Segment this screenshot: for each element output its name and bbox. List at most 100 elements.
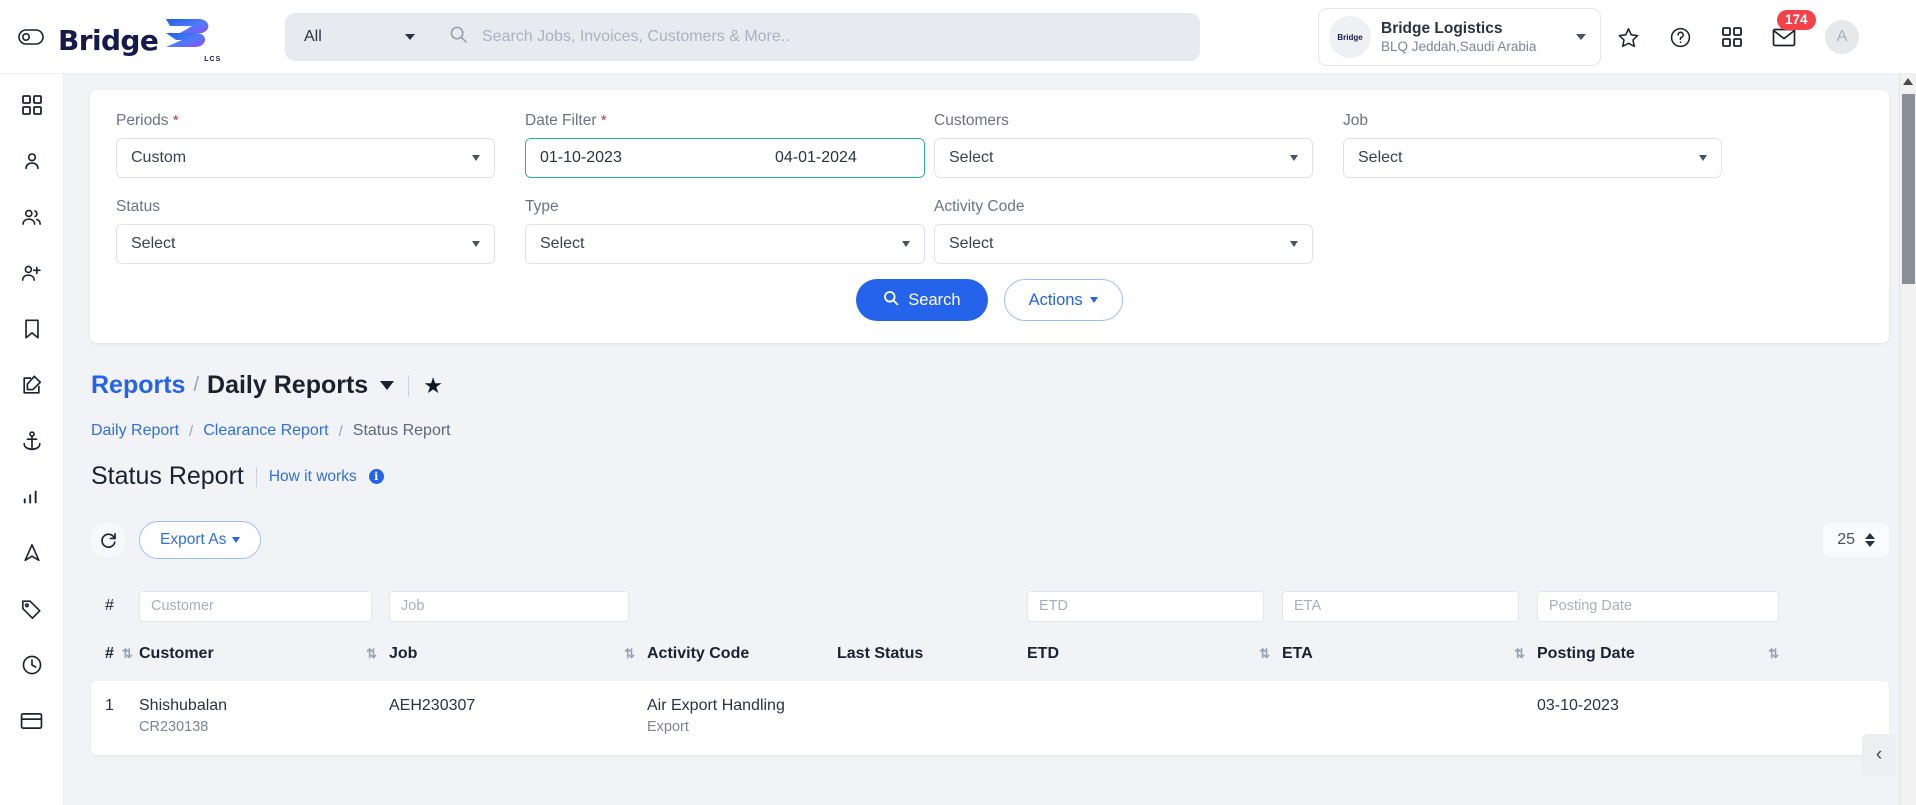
customer-filter-input[interactable] bbox=[139, 590, 372, 622]
left-sidebar bbox=[0, 74, 64, 805]
column-header-activity-code-label: Activity Code bbox=[647, 645, 750, 662]
status-dropdown[interactable]: Select bbox=[116, 224, 495, 264]
panel-collapse-toggle[interactable]: ‹ bbox=[1862, 734, 1896, 776]
sidebar-item-profile[interactable] bbox=[17, 146, 47, 176]
column-header-customer[interactable]: Customer ⇅ bbox=[139, 645, 389, 663]
sort-icon[interactable]: ⇅ bbox=[1514, 646, 1525, 662]
hash-symbol: # bbox=[105, 597, 114, 614]
column-header-job[interactable]: Job ⇅ bbox=[389, 645, 647, 663]
scrollbar-thumb[interactable] bbox=[1902, 94, 1915, 284]
export-as-button[interactable]: Export As bbox=[139, 521, 262, 559]
how-it-works-link[interactable]: How it works bbox=[269, 468, 357, 486]
sort-icon[interactable]: ⇅ bbox=[1768, 646, 1779, 662]
favorite-star-icon[interactable]: ★ bbox=[423, 374, 443, 397]
actions-button[interactable]: Actions bbox=[1003, 279, 1123, 321]
chevron-down-icon[interactable] bbox=[380, 381, 395, 390]
chevron-down-icon bbox=[1699, 155, 1707, 161]
stepper-icon bbox=[1865, 533, 1875, 547]
sort-icon[interactable]: ⇅ bbox=[122, 646, 133, 662]
search-scope-dropdown[interactable]: All bbox=[285, 13, 433, 61]
filter-cell-job bbox=[389, 590, 647, 622]
search-icon bbox=[449, 25, 468, 49]
org-logo-icon: Bridge bbox=[1329, 16, 1371, 58]
activity-code-value: Select bbox=[949, 235, 994, 252]
sort-icon[interactable]: ⇅ bbox=[366, 646, 377, 662]
chevron-down-icon[interactable] bbox=[1576, 34, 1586, 40]
column-header-posting-date[interactable]: Posting Date ⇅ bbox=[1537, 645, 1797, 663]
mail-icon[interactable]: 174 bbox=[1771, 10, 1816, 50]
actions-button-label: Actions bbox=[1028, 290, 1083, 309]
chevron-down-icon bbox=[1290, 241, 1298, 247]
page-size-selector[interactable]: 25 bbox=[1823, 523, 1889, 557]
breadcrumb-current[interactable]: Daily Reports bbox=[207, 371, 368, 400]
chevron-down-icon bbox=[405, 34, 415, 40]
org-logo-text: Bridge bbox=[1337, 32, 1363, 42]
refresh-icon[interactable] bbox=[91, 523, 125, 557]
chevron-down-icon bbox=[232, 537, 241, 543]
app-logo[interactable]: Bridge LCS bbox=[58, 16, 220, 63]
chevron-down-icon bbox=[472, 155, 480, 161]
row-number: 1 bbox=[105, 697, 114, 714]
periods-label: Periods * bbox=[116, 112, 495, 130]
eta-filter-input[interactable] bbox=[1282, 590, 1520, 622]
top-header: Bridge LCS All Search Jobs, Invoices, Cu… bbox=[0, 0, 1916, 74]
column-header-num[interactable]: # ⇅ bbox=[91, 645, 139, 663]
breadcrumb-root-link[interactable]: Reports bbox=[91, 371, 185, 400]
filter-cell-eta bbox=[1282, 590, 1537, 622]
info-icon[interactable]: i bbox=[368, 469, 384, 484]
status-report-table: # Customer Job ETD ETA Posting Date # ⇅ … bbox=[91, 583, 1889, 755]
column-header-activity-code: Activity Code bbox=[647, 645, 837, 663]
organization-selector[interactable]: Bridge Bridge Logistics BLQ Jeddah,Saudi… bbox=[1318, 8, 1601, 66]
date-to-input[interactable] bbox=[761, 139, 924, 177]
posting-date-filter-input[interactable] bbox=[1537, 590, 1779, 622]
posting-date-value: 03-10-2023 bbox=[1537, 697, 1619, 714]
vertical-scrollbar[interactable] bbox=[1899, 74, 1916, 805]
sidebar-item-bookmarks[interactable] bbox=[17, 314, 47, 344]
filter-row-1: Periods * Custom Date Filter * 01-10-202… bbox=[116, 112, 1863, 178]
etd-filter-input[interactable] bbox=[1027, 590, 1265, 622]
filter-actions: Search Actions bbox=[90, 279, 1889, 321]
report-tab-clearance-report[interactable]: Clearance Report bbox=[203, 422, 328, 440]
customers-dropdown[interactable]: Select bbox=[934, 138, 1313, 178]
filter-spacer bbox=[1343, 198, 1752, 264]
periods-dropdown[interactable]: Custom bbox=[116, 138, 495, 178]
date-from-input[interactable] bbox=[526, 139, 761, 177]
job-dropdown[interactable]: Select bbox=[1343, 138, 1722, 178]
sidebar-item-shipping[interactable] bbox=[17, 426, 47, 456]
report-tab-daily-report[interactable]: Daily Report bbox=[91, 422, 179, 440]
help-icon[interactable] bbox=[1667, 24, 1693, 50]
required-asterisk: * bbox=[172, 112, 179, 129]
report-tab-status-report[interactable]: Status Report bbox=[353, 422, 451, 440]
sidebar-item-billing[interactable] bbox=[17, 706, 47, 736]
date-filter-label: Date Filter * bbox=[525, 112, 904, 130]
required-asterisk: * bbox=[600, 112, 607, 129]
sidebar-item-tracking[interactable] bbox=[17, 538, 47, 568]
activity-code-dropdown[interactable]: Select bbox=[934, 224, 1313, 264]
sidebar-item-add-user[interactable] bbox=[17, 258, 47, 288]
global-search-bar: All bbox=[285, 13, 1200, 61]
sort-icon[interactable]: ⇅ bbox=[624, 646, 635, 662]
cell-job: AEH230307 bbox=[389, 695, 647, 716]
sidebar-item-reports[interactable] bbox=[17, 482, 47, 512]
scroll-up-arrow-icon[interactable] bbox=[1903, 78, 1913, 85]
sidebar-item-customers[interactable] bbox=[17, 202, 47, 232]
column-header-etd[interactable]: ETD ⇅ bbox=[1027, 645, 1282, 663]
table-row[interactable]: 1 Shishubalan CR230138 AEH230307 Air Exp… bbox=[91, 681, 1889, 755]
sidebar-toggle-icon[interactable] bbox=[14, 28, 48, 45]
sidebar-item-edit[interactable] bbox=[17, 370, 47, 400]
column-header-eta[interactable]: ETA ⇅ bbox=[1282, 645, 1537, 663]
apps-grid-icon[interactable] bbox=[1719, 24, 1745, 50]
sidebar-item-dashboard[interactable] bbox=[17, 90, 47, 120]
breadcrumb-block: Reports / Daily Reports ★ Daily Report /… bbox=[64, 343, 1916, 491]
sidebar-item-tags[interactable] bbox=[17, 594, 47, 624]
user-avatar[interactable]: A bbox=[1825, 20, 1859, 54]
page-size-value: 25 bbox=[1837, 531, 1855, 548]
sort-icon[interactable]: ⇅ bbox=[1259, 646, 1270, 662]
sidebar-item-history[interactable] bbox=[17, 650, 47, 680]
search-button[interactable]: Search bbox=[856, 279, 988, 321]
chevron-down-icon bbox=[472, 241, 480, 247]
job-filter-input[interactable] bbox=[389, 590, 629, 622]
type-dropdown[interactable]: Select bbox=[525, 224, 925, 264]
star-icon[interactable] bbox=[1615, 24, 1641, 50]
search-input[interactable] bbox=[482, 28, 1200, 46]
